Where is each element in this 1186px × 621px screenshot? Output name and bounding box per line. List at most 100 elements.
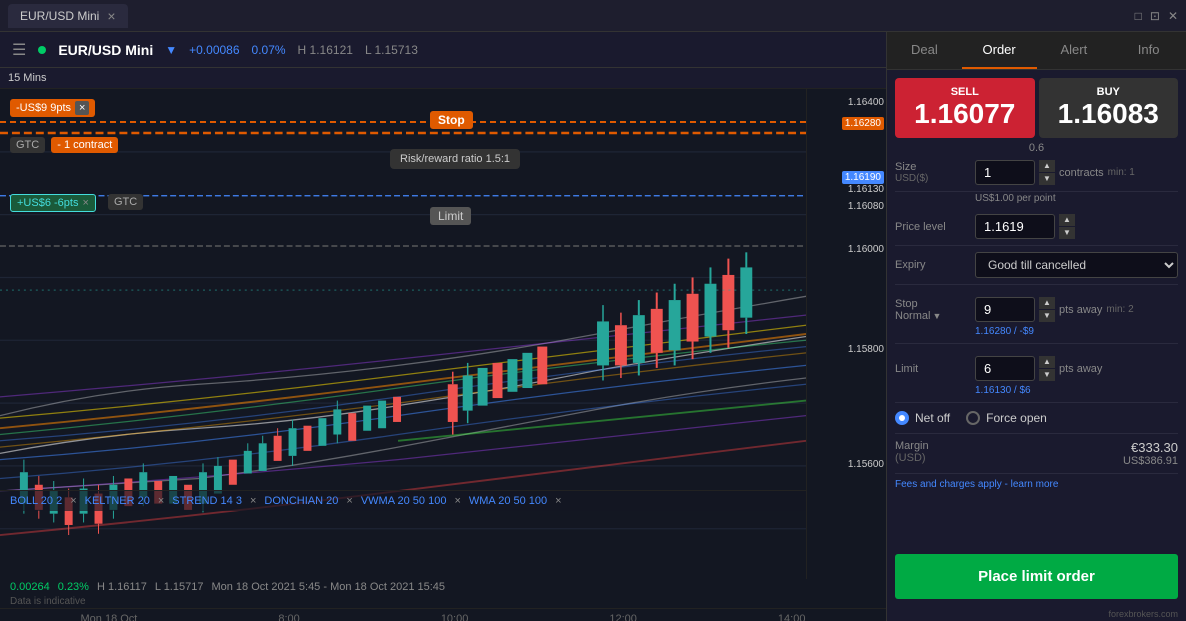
chart-canvas: -US$9 9pts × Stop 1.16280 GTC - 1 contra… — [0, 89, 886, 579]
size-min: min: 1 — [1108, 167, 1135, 178]
price-1598: 1.15800 — [848, 344, 884, 355]
tab-order[interactable]: Order — [962, 32, 1037, 69]
size-up-btn[interactable]: ▲ — [1039, 160, 1055, 172]
boll-indicator: BOLL 20 2 — [10, 495, 62, 507]
sell-button[interactable]: SELL 1.16077 — [895, 78, 1035, 138]
price-axis: 1.16400 1.16280 1.16190 1.16130 1.16080 … — [806, 89, 886, 579]
stop-chart-label[interactable]: Stop — [430, 111, 473, 129]
buy-label: BUY — [1047, 86, 1171, 98]
right-panel: Deal Order Alert Info SELL 1.16077 BUY — [886, 32, 1186, 621]
symbol-status-dot — [38, 46, 46, 54]
close-tab-icon[interactable]: × — [107, 8, 115, 24]
strend-indicator: STREND 14 3 — [172, 495, 242, 507]
maximize-icon[interactable]: ⊡ — [1150, 9, 1160, 23]
strend-remove[interactable]: × — [250, 495, 256, 507]
time-label-1: 8:00 — [278, 613, 299, 621]
wma-remove[interactable]: × — [555, 495, 561, 507]
stop-sub-text: 1.16280 / -$9 — [895, 326, 1178, 337]
title-bar: EUR/USD Mini × □ ⊡ ✕ — [0, 0, 1186, 32]
limit-input-group: ▲ ▼ pts away — [975, 356, 1178, 381]
hamburger-icon[interactable]: ☰ — [12, 40, 26, 60]
size-down-btn[interactable]: ▼ — [1039, 173, 1055, 185]
tab-alert[interactable]: Alert — [1037, 32, 1112, 69]
limit-down-btn[interactable]: ▼ — [1039, 369, 1055, 381]
chart-timeframe-bar: 15 Mins — [0, 68, 886, 89]
ohlc-high: H 1.16117 — [97, 581, 147, 593]
limit-label: Limit — [895, 363, 975, 375]
donchian-indicator: DONCHIAN 20 — [264, 495, 338, 507]
price-level-up-btn[interactable]: ▲ — [1059, 214, 1075, 226]
stop-spinners: ▲ ▼ — [1039, 297, 1055, 322]
form-section: Size USD($) ▲ ▼ contracts min: 1 US$1.00… — [887, 154, 1186, 546]
limit-row: Limit ▲ ▼ pts away — [895, 350, 1178, 383]
boll-remove[interactable]: × — [70, 495, 76, 507]
limit-chart-label: Limit — [430, 207, 471, 225]
panel-tabs: Deal Order Alert Info — [887, 32, 1186, 70]
header-bar: ☰ EUR/USD Mini ▼ +0.00086 0.07% H 1.1612… — [0, 32, 886, 68]
net-off-radio — [895, 411, 909, 425]
timeframe-label[interactable]: 15 Mins — [8, 72, 47, 84]
tab-info[interactable]: Info — [1111, 32, 1186, 69]
stop-input[interactable] — [975, 297, 1035, 322]
keltner-remove[interactable]: × — [158, 495, 164, 507]
buy-sell-row: SELL 1.16077 BUY 1.16083 — [887, 70, 1186, 146]
limit-spinners: ▲ ▼ — [1039, 356, 1055, 381]
close-icon[interactable]: ✕ — [1168, 9, 1178, 23]
gain-badge: +US$6 -6pts × — [10, 194, 96, 212]
limit-input[interactable] — [975, 356, 1035, 381]
limit-unit: pts away — [1059, 363, 1102, 375]
symbol-dropdown-icon[interactable]: ▼ — [165, 43, 177, 57]
fees-row: Fees and charges apply - learn more — [895, 474, 1178, 492]
ohlc-low: L 1.15717 — [155, 581, 204, 593]
tab-deal[interactable]: Deal — [887, 32, 962, 69]
net-off-toggle[interactable]: Net off — [895, 411, 950, 425]
brand-logo: forexbrokers.com — [887, 607, 1186, 621]
ohlc-bar: 0.00264 0.23% H 1.16117 L 1.15717 Mon 18… — [0, 579, 886, 595]
ohlc-pct: 0.23% — [58, 581, 89, 593]
place-order-button[interactable]: Place limit order — [895, 554, 1178, 599]
loss-badge-close[interactable]: × — [75, 101, 89, 115]
net-off-label: Net off — [915, 411, 950, 425]
minimize-icon[interactable]: □ — [1135, 9, 1142, 23]
limit-up-btn[interactable]: ▲ — [1039, 356, 1055, 368]
expiry-select[interactable]: Good till cancelled — [975, 252, 1178, 278]
sell-price: 1.16077 — [903, 98, 1027, 130]
spread-value: 0.6 — [1029, 142, 1044, 154]
title-tab[interactable]: EUR/USD Mini × — [8, 4, 128, 28]
time-label-0: Mon 18 Oct — [81, 613, 138, 621]
expiry-row: Expiry Good till cancelled — [895, 246, 1178, 285]
price-level-input[interactable] — [975, 214, 1055, 239]
margin-row: Margin (USD) €333.30 US$386.91 — [895, 434, 1178, 474]
fees-link[interactable]: Fees and charges apply - learn more — [895, 477, 1058, 492]
wma-indicator: WMA 20 50 100 — [469, 495, 547, 507]
ohlc-open: 0.00264 — [10, 581, 50, 593]
size-input[interactable] — [975, 160, 1035, 185]
time-label-3: 12:00 — [609, 613, 637, 621]
symbol-name: EUR/USD Mini — [58, 42, 153, 58]
buy-button[interactable]: BUY 1.16083 — [1039, 78, 1179, 138]
stop-input-group: ▲ ▼ pts away min: 2 — [975, 297, 1178, 322]
price-level-down-btn[interactable]: ▼ — [1059, 227, 1075, 239]
gain-gtc: GTC — [108, 194, 143, 210]
stop-up-btn[interactable]: ▲ — [1039, 297, 1055, 309]
gain-badge-close[interactable]: × — [82, 197, 88, 209]
buy-price: 1.16083 — [1047, 98, 1171, 130]
donchian-remove[interactable]: × — [346, 495, 352, 507]
vwma-remove[interactable]: × — [454, 495, 460, 507]
price-1613: 1.16130 — [848, 184, 884, 195]
force-open-toggle[interactable]: Force open — [966, 411, 1047, 425]
keltner-indicator: KELTNER 20 — [85, 495, 150, 507]
loss-badge-text: -US$9 9pts — [16, 102, 71, 114]
ohlc-date-range: Mon 18 Oct 2021 5:45 - Mon 18 Oct 2021 1… — [211, 581, 445, 593]
size-label: Size USD($) — [895, 161, 975, 184]
stop-down-btn[interactable]: ▼ — [1039, 310, 1055, 322]
window-controls: □ ⊡ ✕ — [1135, 9, 1178, 23]
margin-values: €333.30 US$386.91 — [975, 440, 1178, 467]
price-1164: 1.16400 — [848, 97, 884, 108]
expiry-label: Expiry — [895, 259, 975, 271]
loss-badge: -US$9 9pts × — [10, 99, 95, 117]
gtc-badge: GTC — [10, 137, 45, 153]
per-point-label: US$1.00 per point — [895, 192, 1178, 208]
stop-type[interactable]: Normal ▼ — [895, 310, 975, 322]
spread-row: 0.6 — [887, 142, 1186, 154]
